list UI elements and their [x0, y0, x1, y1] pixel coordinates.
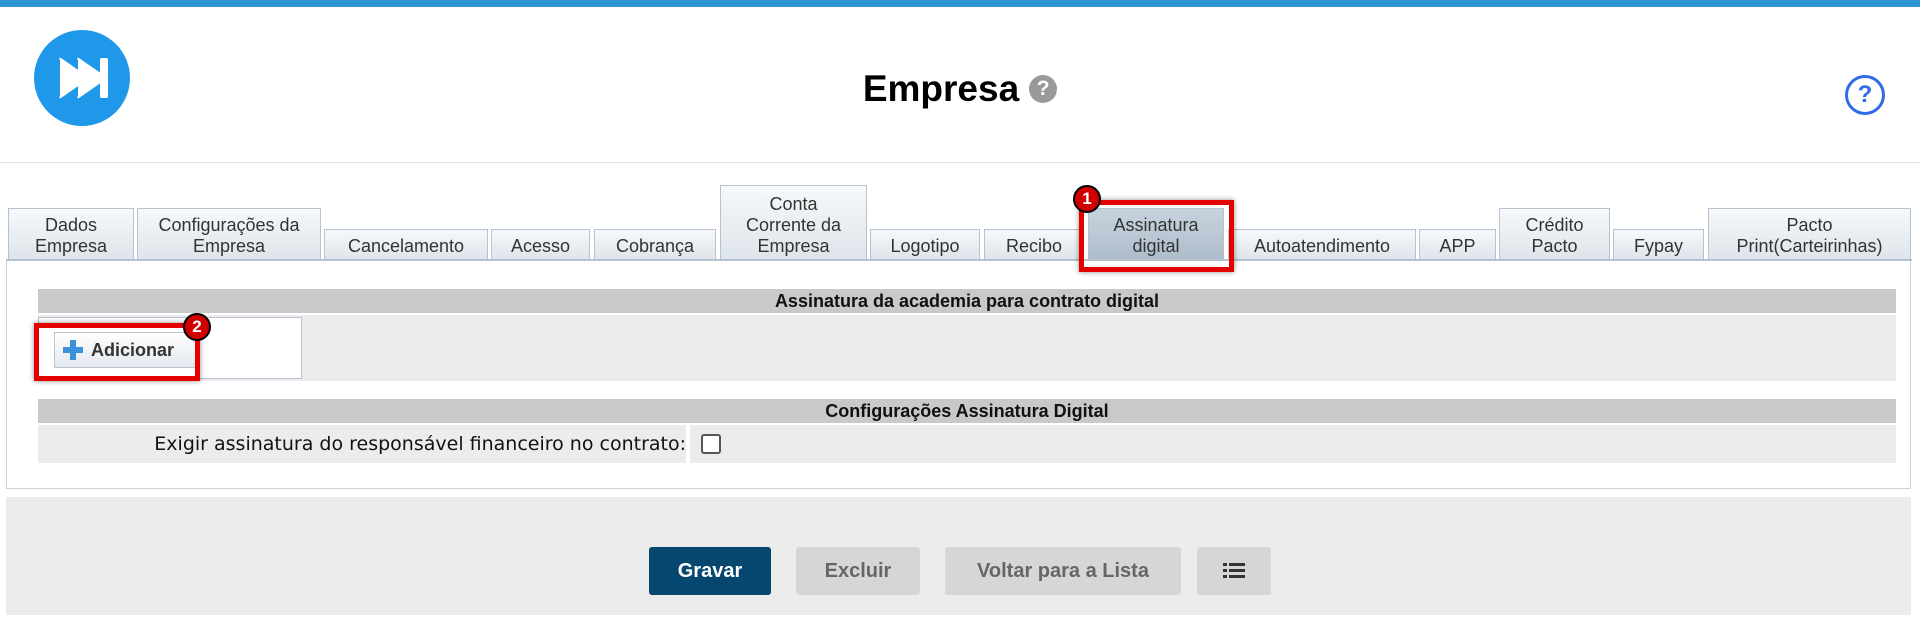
title-help-icon[interactable]: ? [1029, 75, 1058, 103]
tab-cancelamento[interactable]: Cancelamento [324, 229, 488, 260]
list-icon [1223, 563, 1245, 579]
header-divider [0, 162, 1920, 163]
tab-credito-pacto[interactable]: Crédito Pacto [1499, 208, 1610, 260]
tab-fypay[interactable]: Fypay [1613, 229, 1704, 260]
tab-app[interactable]: APP [1419, 229, 1496, 260]
tab-configuracoes-empresa[interactable]: Configurações da Empresa [137, 208, 321, 260]
list-view-button[interactable] [1197, 547, 1271, 595]
tab-cobranca[interactable]: Cobrança [594, 229, 716, 260]
delete-button[interactable]: Excluir [796, 547, 920, 595]
page-title-area: Empresa? [0, 68, 1920, 110]
save-button[interactable]: Gravar [649, 547, 771, 595]
tab-autoatendimento[interactable]: Autoatendimento [1228, 229, 1416, 260]
annotation-highlight-add [34, 323, 200, 381]
require-guardian-signature-checkbox[interactable] [701, 434, 721, 454]
cell-divider [686, 425, 690, 463]
annotation-step-2: 2 [183, 313, 211, 341]
top-accent-bar [0, 0, 1920, 7]
tab-dados-empresa[interactable]: Dados Empresa [8, 208, 134, 260]
config-section-body: Exigir assinatura do responsável finance… [38, 425, 1896, 463]
tab-acesso[interactable]: Acesso [491, 229, 590, 260]
require-guardian-signature-label: Exigir assinatura do responsável finance… [154, 433, 686, 455]
annotation-step-1: 1 [1073, 185, 1101, 213]
signature-section-body: Adicionar [38, 315, 1896, 381]
config-section-header: Configurações Assinatura Digital [38, 399, 1896, 423]
back-to-list-button[interactable]: Voltar para a Lista [945, 547, 1181, 595]
tab-content-panel: Assinatura da academia para contrato dig… [6, 261, 1911, 489]
page-title: Empresa [862, 68, 1020, 109]
tab-pacto-print[interactable]: Pacto Print(Carteirinhas) [1708, 208, 1911, 260]
signature-section-header: Assinatura da academia para contrato dig… [38, 289, 1896, 313]
tab-conta-corrente[interactable]: Conta Corrente da Empresa [720, 185, 867, 260]
tab-recibo[interactable]: Recibo [984, 229, 1084, 260]
action-footer: Gravar Excluir Voltar para a Lista [6, 497, 1911, 615]
help-icon[interactable]: ? [1845, 75, 1885, 115]
tab-logotipo[interactable]: Logotipo [870, 229, 980, 260]
annotation-highlight-tab [1079, 200, 1234, 272]
